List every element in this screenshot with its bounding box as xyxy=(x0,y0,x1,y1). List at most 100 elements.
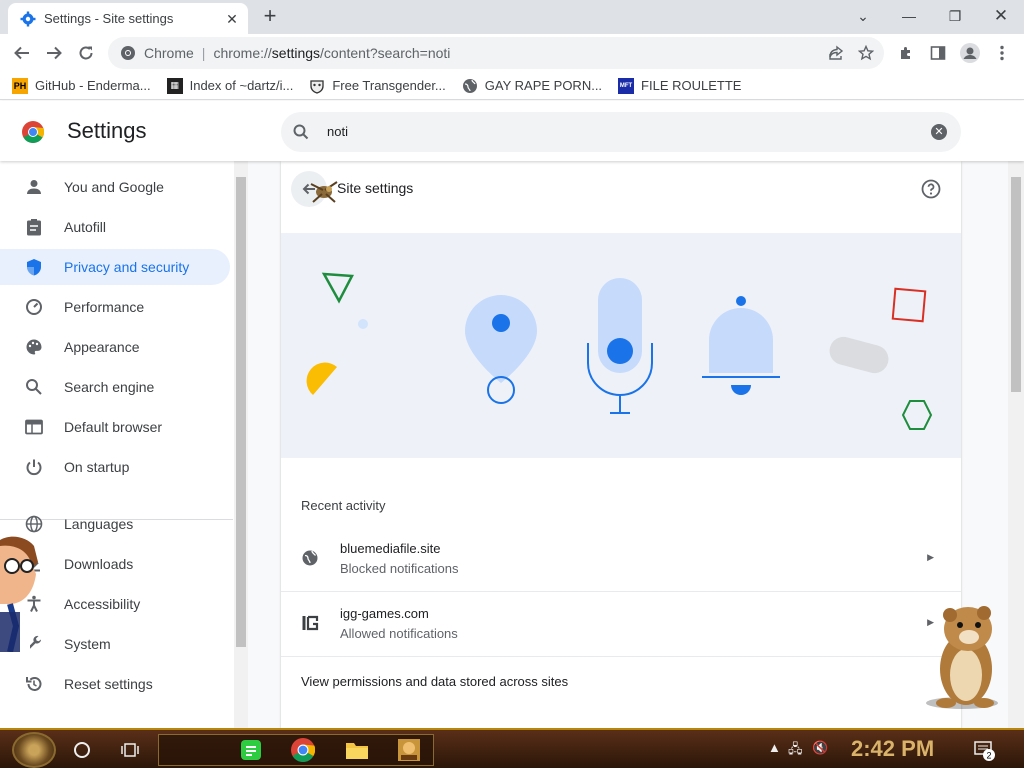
side-panel-icon xyxy=(930,46,946,60)
sidebar-item-you-and-google[interactable]: You and Google xyxy=(0,169,230,205)
sidebar-item-appearance[interactable]: Appearance xyxy=(0,329,230,365)
site-name: igg-games.com xyxy=(340,606,429,621)
page-title: Settings xyxy=(67,118,147,143)
taskbar-apps xyxy=(158,734,434,766)
mft-icon: MFT xyxy=(618,77,635,94)
taskbar-notes-app[interactable] xyxy=(237,736,265,764)
chrome-icon xyxy=(121,46,135,60)
card-header: Site settings xyxy=(281,161,961,217)
scheme-label: Chrome xyxy=(144,45,194,61)
chrome-logo-icon xyxy=(22,121,44,143)
tab-search-chevron-icon[interactable]: ⌄ xyxy=(840,2,886,30)
recent-row-bluemediafile[interactable]: bluemediafile.site Blocked notifications… xyxy=(281,527,961,592)
grid-icon: ▦ xyxy=(166,77,183,94)
folder-icon xyxy=(346,743,368,759)
puzzle-icon xyxy=(901,47,910,59)
notification-center-button[interactable]: 2 xyxy=(974,740,998,761)
recent-row-igg-games[interactable]: igg-games.com Allowed notifications ▶ xyxy=(281,592,961,657)
chevron-right-icon: ▶ xyxy=(927,552,934,562)
network-icon[interactable]: 🖧 xyxy=(788,740,808,760)
bookmark-index[interactable]: ▦ Index of ~dartz/i... xyxy=(166,77,293,94)
globe-icon xyxy=(24,514,44,534)
main-scrollbar[interactable] xyxy=(1008,161,1024,728)
toolbar: Chrome | chrome://settings/content?searc… xyxy=(0,34,1024,72)
arrow-left-icon xyxy=(14,46,29,60)
sidebar-item-search-engine[interactable]: Search engine xyxy=(0,369,230,405)
bookmark-github[interactable]: PH GitHub - Enderma... xyxy=(12,77,151,94)
gear-icon xyxy=(20,11,36,26)
settings-search-input[interactable]: noti ✕ xyxy=(281,112,961,152)
volume-muted-icon[interactable]: 🔇 xyxy=(812,740,832,760)
clear-search-icon[interactable]: ✕ xyxy=(931,124,947,140)
palette-icon xyxy=(24,337,44,357)
arrow-right-icon xyxy=(47,46,62,60)
close-window-button[interactable]: ✕ xyxy=(978,2,1024,30)
side-panel-button[interactable] xyxy=(924,39,952,67)
site-status: Allowed notifications xyxy=(340,626,458,641)
tab-close-icon[interactable]: ✕ xyxy=(224,11,240,27)
hamster-sprite-icon xyxy=(926,606,998,709)
clock[interactable]: 2:42 PM xyxy=(851,736,934,762)
chrome-icon xyxy=(291,738,315,762)
reload-button[interactable] xyxy=(72,39,100,67)
search-value[interactable]: noti xyxy=(327,124,348,139)
sidebar-scroll-thumb[interactable] xyxy=(236,177,246,647)
bug-sprite-icon xyxy=(310,181,338,203)
bookmark-free-transgender[interactable]: Free Transgender... xyxy=(309,78,446,94)
new-tab-button[interactable]: + xyxy=(258,5,282,29)
svg-text:2: 2 xyxy=(986,751,991,761)
globe-icon xyxy=(302,550,318,566)
restore-button[interactable]: ❐ xyxy=(932,2,978,30)
view-permissions-link[interactable]: View permissions and data stored across … xyxy=(301,674,568,689)
avatar xyxy=(960,43,980,63)
sidebar-item-performance[interactable]: Performance xyxy=(0,289,230,325)
globe-icon xyxy=(462,78,478,94)
show-hidden-icons-button[interactable]: ▲ xyxy=(768,740,788,760)
search-icon xyxy=(293,124,309,140)
sidebar-item-autofill[interactable]: Autofill xyxy=(0,209,230,245)
settings-header: Settings noti ✕ xyxy=(0,101,1024,161)
ph-icon: PH xyxy=(12,77,28,94)
person-icon xyxy=(24,177,44,197)
star-icon[interactable] xyxy=(858,45,874,61)
share-icon[interactable] xyxy=(828,45,844,61)
minimize-button[interactable]: — xyxy=(886,2,932,30)
task-view-icon xyxy=(121,743,139,757)
extensions-button[interactable] xyxy=(892,39,920,67)
help-icon[interactable] xyxy=(921,179,941,199)
task-view-button[interactable] xyxy=(116,736,144,764)
sidebar-item-privacy-and-security[interactable]: Privacy and security xyxy=(0,249,230,285)
sidebar-item-on-startup[interactable]: On startup xyxy=(0,449,230,485)
circle-icon xyxy=(74,742,90,758)
reload-icon xyxy=(79,46,93,60)
menu-button[interactable] xyxy=(988,39,1016,67)
bookmark-globe-site[interactable]: GAY RAPE PORN... xyxy=(462,78,602,94)
igg-icon xyxy=(302,615,319,631)
site-settings-card: Site settings Recent activity bluemediaf… xyxy=(281,161,961,728)
profile-button[interactable] xyxy=(956,39,984,67)
sidebar-scrollbar[interactable] xyxy=(234,161,248,728)
mask-icon xyxy=(309,78,325,94)
cartoon-man-sprite-icon xyxy=(0,536,38,652)
reset-icon xyxy=(24,674,44,694)
start-button[interactable] xyxy=(12,732,56,768)
address-bar[interactable]: Chrome | chrome://settings/content?searc… xyxy=(108,37,884,69)
permissions-illustration xyxy=(281,233,961,458)
notes-icon xyxy=(241,740,261,760)
tab-settings[interactable]: Settings - Site settings ✕ xyxy=(8,3,248,34)
taskbar: ▲ 🖧 🔇 2:42 PM 2 xyxy=(0,728,1024,768)
forward-button[interactable] xyxy=(40,39,68,67)
sidebar-item-default-browser[interactable]: Default browser xyxy=(0,409,230,445)
bookmark-file-roulette[interactable]: MFT FILE ROULETTE xyxy=(618,77,741,94)
kebab-menu-icon xyxy=(1000,45,1004,61)
sidebar-item-reset-settings[interactable]: Reset settings xyxy=(0,666,230,702)
speedometer-icon xyxy=(24,297,44,317)
back-button[interactable] xyxy=(8,39,36,67)
search-icon xyxy=(24,377,44,397)
cortana-button[interactable] xyxy=(68,736,96,764)
taskbar-chrome-app[interactable] xyxy=(289,736,317,764)
browser-icon xyxy=(24,417,44,437)
main-scroll-thumb[interactable] xyxy=(1011,177,1021,392)
taskbar-file-explorer-app[interactable] xyxy=(343,736,371,764)
taskbar-game-app[interactable] xyxy=(395,736,423,764)
